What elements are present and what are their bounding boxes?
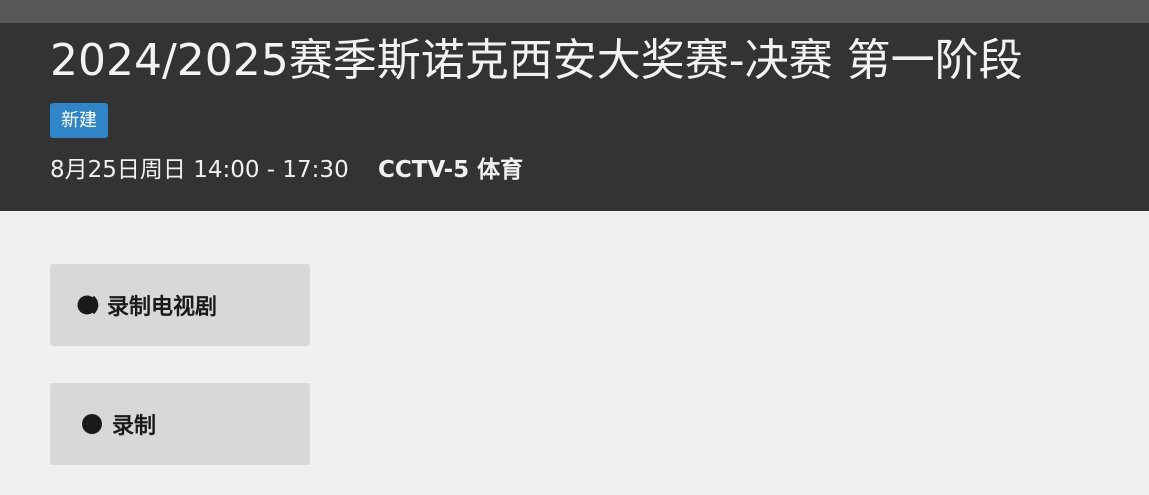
- program-title: 2024/2025赛季斯诺克西安大奖赛-决赛 第一阶段: [50, 35, 1023, 86]
- record-label: 录制: [112, 414, 157, 439]
- series-record-icon: [77, 294, 101, 316]
- program-datetime: 8月25日周日 14:00 - 17:30: [50, 157, 349, 183]
- program-channel: CCTV-5 体育: [378, 157, 524, 183]
- program-header: 2024/2025赛季斯诺克西安大奖赛-决赛 第一阶段 新建 8月25日周日 1…: [0, 23, 1149, 211]
- top-bar: [0, 0, 1149, 23]
- record-dot-icon: [81, 413, 103, 435]
- new-badge: 新建: [50, 103, 108, 138]
- record-button[interactable]: 录制: [50, 383, 310, 465]
- record-series-button[interactable]: 录制电视剧: [50, 264, 310, 346]
- program-meta: 8月25日周日 14:00 - 17:30 CCTV-5 体育: [50, 154, 523, 186]
- record-series-label: 录制电视剧: [107, 295, 218, 320]
